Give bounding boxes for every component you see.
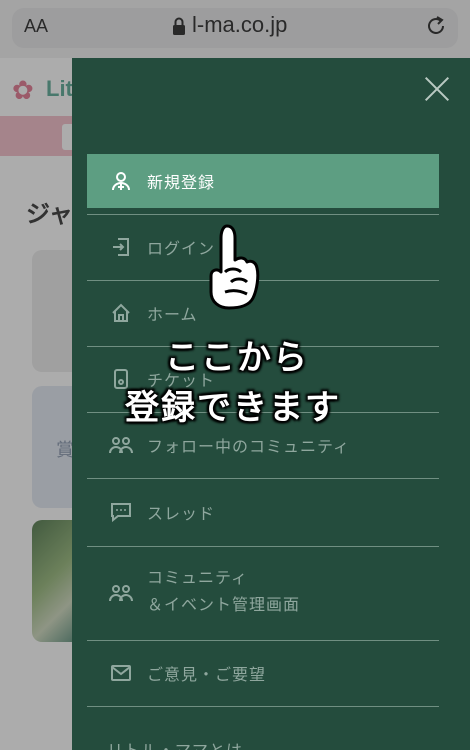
menu-label-line2: ＆イベント管理画面 [147,595,301,614]
group-icon [109,433,133,457]
annotation-line1: ここから [165,338,309,378]
menu-label: 新規登録 [147,173,216,192]
group-icon [109,581,133,605]
divider [87,706,439,707]
menu-item-login[interactable]: ログイン [87,215,439,279]
menu-label: ご意見・ご要望 [147,665,267,684]
menu-label: フォロー中のコミュニティ [147,437,351,456]
menu-item-feedback[interactable]: ご意見・ご要望 [87,641,439,705]
person-add-icon [109,169,133,193]
menu-item-register[interactable]: 新規登録 [87,154,439,208]
menu-item-threads[interactable]: スレッド [87,479,439,545]
login-icon [109,235,133,259]
menu-item-community-event-admin[interactable]: コミュニティ ＆イベント管理画面 [87,547,439,639]
menu-label: ホーム [147,305,198,324]
menu-label-line1: コミュニティ [147,568,249,587]
chat-bubble-icon [109,500,133,524]
menu-label: スレッド [147,504,216,523]
home-icon [109,301,133,325]
annotation-line2: 登録できます [125,388,341,428]
close-icon[interactable] [424,76,450,102]
menu-item-about[interactable]: リトル・ママとは [87,734,439,750]
menu-label: リトル・ママとは [107,737,243,750]
mail-icon [109,661,133,685]
pointing-hand-icon [209,224,260,310]
